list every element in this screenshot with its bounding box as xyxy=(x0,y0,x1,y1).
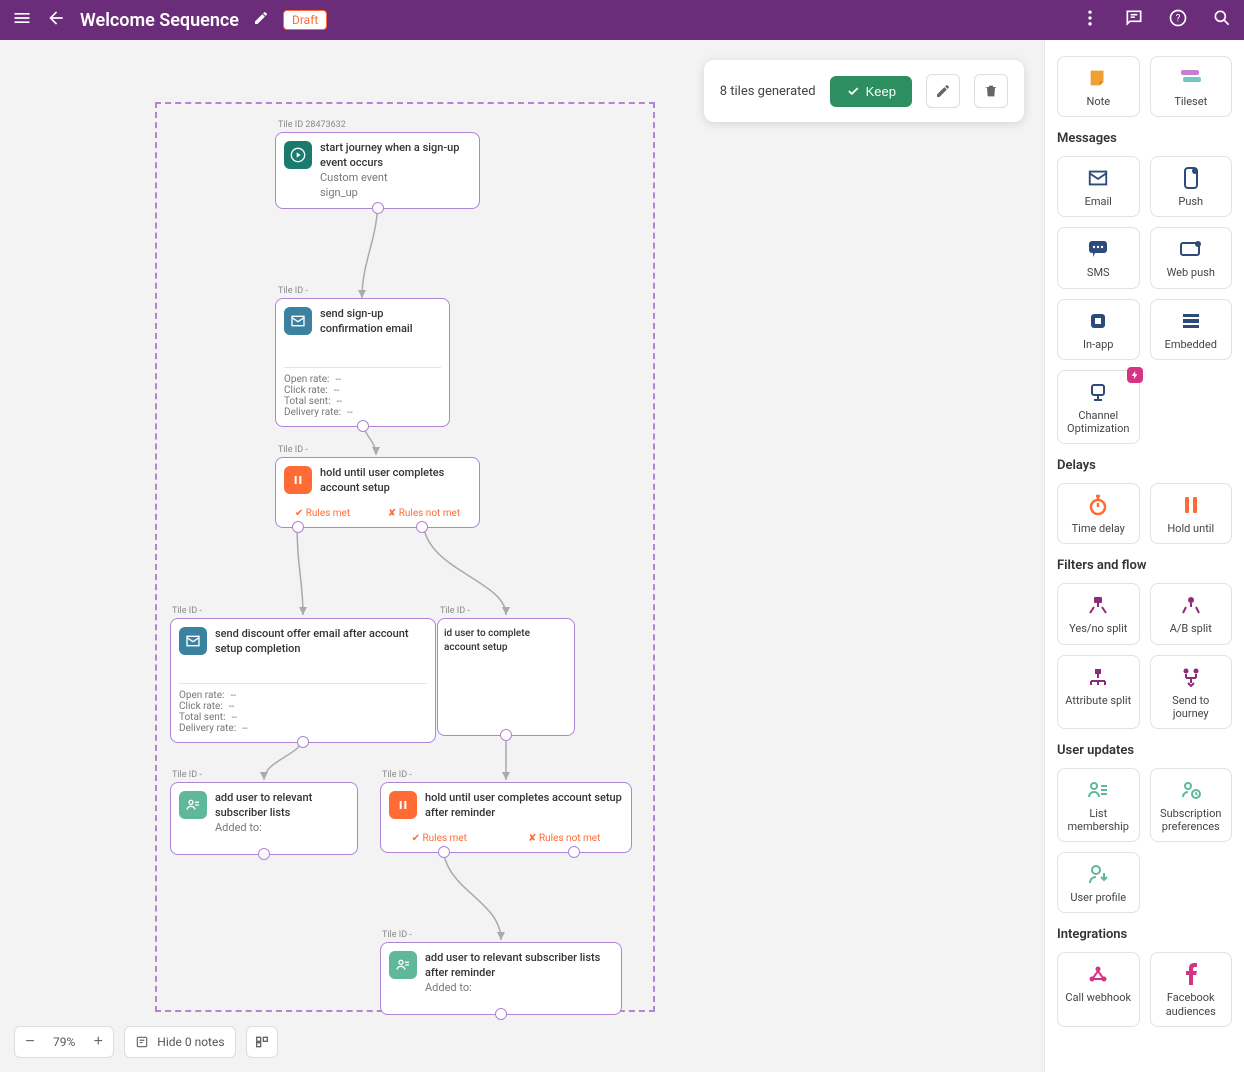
palette-note[interactable]: Note xyxy=(1057,56,1140,117)
tile-stats: Open rate: -- Click rate: -- Total sent:… xyxy=(179,683,427,734)
ab-icon xyxy=(1155,594,1228,616)
email-icon xyxy=(284,307,312,335)
tile-id-label: Tile ID - xyxy=(440,606,470,616)
push-icon xyxy=(1155,167,1228,189)
palette-yesno[interactable]: Yes/no split xyxy=(1057,583,1140,644)
embedded-icon xyxy=(1155,310,1228,332)
journey-icon xyxy=(1155,666,1228,688)
edit-title-icon[interactable] xyxy=(253,10,269,30)
palette-timedelay[interactable]: Time delay xyxy=(1057,483,1140,544)
tile-confirm-email[interactable]: send sign-up confirmation email Open rat… xyxy=(275,298,450,427)
attr-split-icon xyxy=(1062,666,1135,688)
tile-id-label: Tile ID - xyxy=(382,930,412,940)
back-icon[interactable] xyxy=(46,8,66,32)
palette-email[interactable]: Email xyxy=(1057,156,1140,217)
profile-icon xyxy=(1062,863,1135,885)
email-icon xyxy=(1062,167,1135,189)
stopwatch-icon xyxy=(1062,494,1135,516)
page-title: Welcome Sequence xyxy=(80,10,239,31)
zoom-in-button[interactable]: + xyxy=(83,1027,113,1057)
tile-id-label: Tile ID - xyxy=(278,445,308,455)
user-list-icon xyxy=(179,791,207,819)
tile-id-label: Tile ID - xyxy=(278,286,308,296)
edit-button[interactable] xyxy=(926,74,960,108)
palette-list-membership[interactable]: List membership xyxy=(1057,768,1140,842)
tile-add-user2[interactable]: add user to relevant subscriber lists af… xyxy=(380,942,622,1015)
section-messages: Messages xyxy=(1057,131,1232,146)
help-icon[interactable]: ? xyxy=(1168,8,1188,32)
section-filters: Filters and flow xyxy=(1057,558,1232,573)
tile-id-label: Tile ID - xyxy=(172,606,202,616)
generation-notification: 8 tiles generated Keep xyxy=(704,60,1024,122)
tile-stats: Open rate: -- Click rate: -- Total sent:… xyxy=(284,367,441,418)
subscription-icon xyxy=(1155,779,1228,801)
connectors xyxy=(0,40,1044,1072)
selection-box xyxy=(155,102,655,1012)
webpush-icon xyxy=(1155,238,1228,260)
palette-webhook[interactable]: Call webhook xyxy=(1057,952,1140,1026)
channel-icon xyxy=(1062,381,1135,403)
palette-send-journey[interactable]: Send to journey xyxy=(1150,655,1233,729)
pause-icon xyxy=(1155,494,1228,516)
user-list-icon xyxy=(389,951,417,979)
section-updates: User updates xyxy=(1057,743,1232,758)
menu-icon[interactable] xyxy=(12,8,32,32)
note-icon xyxy=(1062,67,1135,89)
canvas[interactable]: Tile ID 28473632 start journey when a si… xyxy=(0,40,1044,1072)
pause-icon xyxy=(389,791,417,819)
palette-embedded[interactable]: Embedded xyxy=(1150,299,1233,360)
tile-discount-email[interactable]: send discount offer email after account … xyxy=(170,618,436,743)
facebook-icon xyxy=(1155,963,1228,985)
split-icon xyxy=(1062,594,1135,616)
inapp-icon xyxy=(1062,310,1135,332)
palette-push[interactable]: Push xyxy=(1150,156,1233,217)
chat-icon[interactable] xyxy=(1124,8,1144,32)
palette-attr-split[interactable]: Attribute split xyxy=(1057,655,1140,729)
svg-text:?: ? xyxy=(1176,13,1181,24)
search-icon[interactable] xyxy=(1212,8,1232,32)
palette-subscription[interactable]: Subscription preferences xyxy=(1150,768,1233,842)
tile-id-label: Tile ID - xyxy=(382,770,412,780)
palette-webpush[interactable]: Web push xyxy=(1150,227,1233,288)
pause-icon xyxy=(284,466,312,494)
tile-id-label: Tile ID 28473632 xyxy=(278,120,346,130)
email-icon xyxy=(179,627,207,655)
app-header: Welcome Sequence Draft ? xyxy=(0,0,1244,40)
note-icon xyxy=(135,1035,149,1049)
section-integrations: Integrations xyxy=(1057,927,1232,942)
zoom-out-button[interactable]: − xyxy=(15,1027,45,1057)
palette-user-profile[interactable]: User profile xyxy=(1057,852,1140,913)
palette-ab[interactable]: A/B split xyxy=(1150,583,1233,644)
delete-button[interactable] xyxy=(974,74,1008,108)
status-badge: Draft xyxy=(283,10,327,30)
zoom-value: 79% xyxy=(45,1035,83,1049)
list-icon xyxy=(1062,779,1135,801)
tile-hold2[interactable]: hold until user completes account setup … xyxy=(380,782,632,853)
sms-icon xyxy=(1062,238,1135,260)
keep-button[interactable]: Keep xyxy=(830,76,912,107)
zoom-control: − 79% + xyxy=(14,1026,114,1058)
palette-sms[interactable]: SMS xyxy=(1057,227,1140,288)
tile-add-user1[interactable]: add user to relevant subscriber lists Ad… xyxy=(170,782,358,855)
palette-channel-opt[interactable]: Channel Optimization xyxy=(1057,370,1140,444)
notif-text: 8 tiles generated xyxy=(720,84,816,99)
tileset-icon xyxy=(1155,67,1228,89)
feature-badge-icon xyxy=(1127,367,1143,383)
tile-hold1[interactable]: hold until user completes account setup … xyxy=(275,457,480,528)
section-delays: Delays xyxy=(1057,458,1232,473)
palette-inapp[interactable]: In-app xyxy=(1057,299,1140,360)
tile-start[interactable]: start journey when a sign-up event occur… xyxy=(275,132,480,209)
tile-remind-user[interactable]: id user to complete account setup xyxy=(437,618,575,736)
palette-facebook[interactable]: Facebook audiences xyxy=(1150,952,1233,1026)
play-icon xyxy=(284,141,312,169)
more-icon[interactable] xyxy=(1080,8,1100,32)
notes-toggle[interactable]: Hide 0 notes xyxy=(124,1026,235,1058)
tile-id-label: Tile ID - xyxy=(172,770,202,780)
palette-holduntil[interactable]: Hold until xyxy=(1150,483,1233,544)
webhook-icon xyxy=(1062,963,1135,985)
palette-sidebar: Note Tileset Messages Email Push SMS Web… xyxy=(1044,40,1244,1072)
palette-tileset[interactable]: Tileset xyxy=(1150,56,1233,117)
layout-button[interactable] xyxy=(246,1026,278,1058)
